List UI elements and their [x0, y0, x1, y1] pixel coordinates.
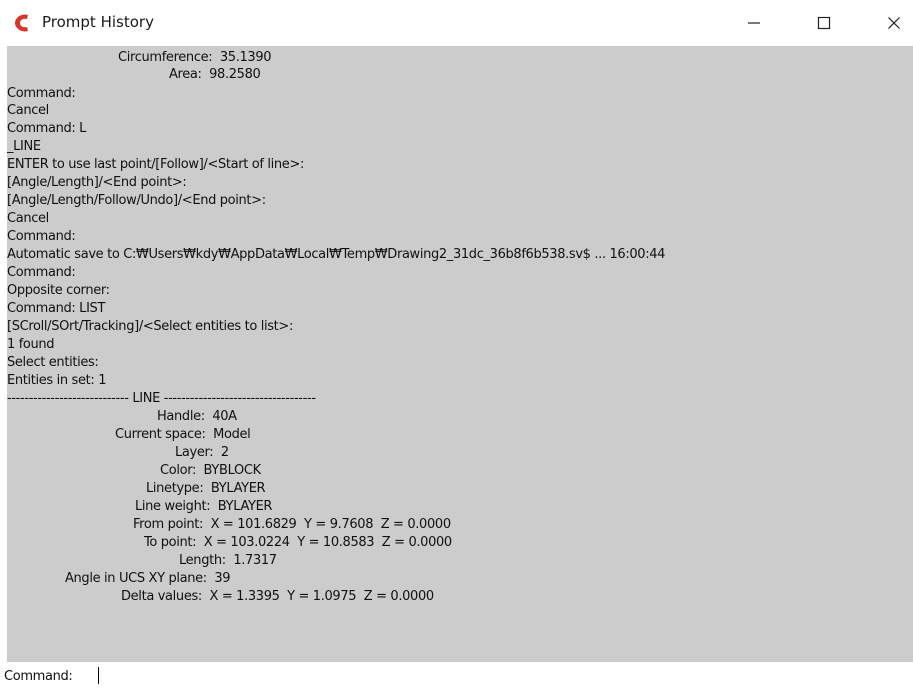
- history-line: [Angle/Length/Follow/Undo]/<End point>:: [7, 193, 266, 208]
- close-icon: [888, 17, 900, 29]
- history-line: Entities in set: 1: [7, 373, 107, 388]
- history-line: Circumference: 35.1390: [118, 50, 272, 65]
- history-line: _LINE: [7, 139, 41, 154]
- history-line: Command: L: [7, 121, 87, 136]
- history-panel[interactable]: Circumference: 35.1390 Area: 98.2580 Com…: [7, 46, 913, 662]
- command-input[interactable]: [96, 666, 876, 686]
- history-line: Angle in UCS XY plane: 39: [65, 571, 231, 586]
- command-prompt-label: Command:: [4, 669, 73, 684]
- history-line: [SCroll/SOrt/Tracking]/<Select entities …: [7, 319, 293, 334]
- history-line: [Angle/Length]/<End point>:: [7, 175, 187, 190]
- minimize-button[interactable]: [731, 0, 777, 46]
- window-title: Prompt History: [42, 13, 154, 31]
- close-button[interactable]: [871, 0, 913, 46]
- history-line: From point: X = 101.6829 Y = 9.7608 Z = …: [133, 517, 451, 532]
- history-line: Color: BYBLOCK: [160, 463, 261, 478]
- history-line: Line weight: BYLAYER: [135, 499, 273, 514]
- text-caret: [98, 667, 99, 684]
- command-line: Command:: [0, 662, 913, 688]
- history-line: Area: 98.2580: [169, 67, 261, 82]
- prompt-history-window: Prompt History Circumference: 35.1390 Ar…: [0, 0, 913, 688]
- history-line: Command:: [7, 229, 76, 244]
- history-line: ENTER to use last point/[Follow]/<Start …: [7, 157, 305, 172]
- history-line: Command: LIST: [7, 301, 106, 316]
- history-line: Linetype: BYLAYER: [146, 481, 266, 496]
- minimize-icon: [748, 22, 760, 24]
- history-line: Length: 1.7317: [179, 553, 277, 568]
- history-line: Handle: 40A: [157, 409, 237, 424]
- maximize-icon: [817, 16, 831, 30]
- history-line: Current space: Model: [115, 427, 251, 442]
- history-line: Opposite corner:: [7, 283, 110, 298]
- history-line: Automatic save to C:₩Users₩kdy₩AppData₩L…: [7, 247, 666, 262]
- history-line: Delta values: X = 1.3395 Y = 1.0975 Z = …: [121, 589, 434, 604]
- history-line: ---------------------------- LINE ------…: [7, 391, 316, 406]
- app-logo-icon: [15, 14, 28, 32]
- history-line: 1 found: [7, 337, 55, 352]
- history-line: To point: X = 103.0224 Y = 10.8583 Z = 0…: [144, 535, 452, 550]
- history-line: Command:: [7, 265, 76, 280]
- maximize-button[interactable]: [801, 0, 847, 46]
- history-line: Cancel: [7, 103, 49, 118]
- history-line: Cancel: [7, 211, 49, 226]
- title-bar[interactable]: Prompt History: [0, 0, 913, 46]
- history-line: Command:: [7, 86, 76, 101]
- history-line: Select entities:: [7, 355, 99, 370]
- history-line: Layer: 2: [175, 445, 229, 460]
